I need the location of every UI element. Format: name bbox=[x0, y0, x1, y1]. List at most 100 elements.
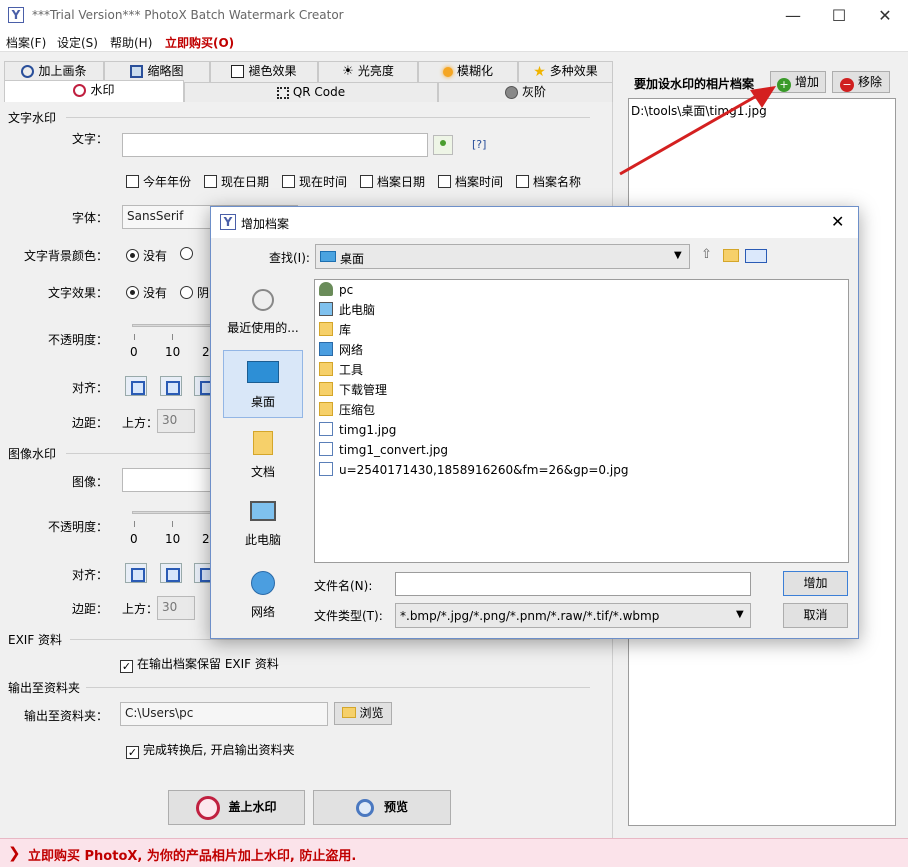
image-path-input[interactable] bbox=[122, 468, 212, 492]
image-opacity-tick-0: 0 bbox=[130, 532, 138, 546]
file-item-library[interactable]: 库 bbox=[319, 320, 351, 340]
top-margin-input[interactable]: 30 bbox=[157, 409, 195, 433]
place-network[interactable]: 网络 bbox=[223, 571, 303, 631]
tab-watermark[interactable]: 水印 bbox=[4, 80, 184, 103]
text-label: 文字： bbox=[71, 132, 108, 146]
new-folder-icon[interactable] bbox=[723, 249, 739, 262]
image-align-top-center-button[interactable] bbox=[160, 563, 182, 583]
tab-thumbnail[interactable]: 缩略图 bbox=[104, 61, 210, 82]
align-top-left-button[interactable] bbox=[125, 376, 147, 396]
file-item-timg1-convert[interactable]: timg1_convert.jpg bbox=[319, 440, 448, 460]
effect-shadow-radio[interactable]: 阴 bbox=[180, 284, 209, 301]
tab-qr-code[interactable]: QR Code bbox=[184, 82, 438, 103]
file-item-u-jpg[interactable]: u=2540171430,1858916260&fm=26&gp=0.jpg bbox=[319, 460, 628, 480]
menu-buy[interactable]: 立即购买(O) bbox=[165, 34, 234, 51]
checkbox-file-time[interactable]: 档案时间 bbox=[438, 173, 503, 190]
checkbox-current-time[interactable]: 现在时间 bbox=[282, 173, 347, 190]
remove-files-button[interactable]: − 移除 bbox=[832, 71, 890, 93]
desktop-icon bbox=[247, 361, 279, 383]
insert-variable-button[interactable] bbox=[433, 135, 453, 155]
preview-button[interactable]: 预览 bbox=[313, 790, 451, 825]
folder-icon bbox=[319, 382, 333, 396]
checkbox-current-date[interactable]: 现在日期 bbox=[204, 173, 269, 190]
file-item-this-pc[interactable]: 此电脑 bbox=[319, 300, 375, 320]
image-align-top-left-button[interactable] bbox=[125, 563, 147, 583]
file-item-archives[interactable]: 压缩包 bbox=[319, 400, 375, 420]
checkbox-year[interactable]: 今年年份 bbox=[126, 173, 191, 190]
filename-input[interactable] bbox=[395, 572, 751, 596]
apply-watermark-button[interactable]: 盖上水印 bbox=[168, 790, 305, 825]
dialog-file-list[interactable]: pc 此电脑 库 网络 工具 下载管理 压缩包 timg1.jpg timg1_… bbox=[314, 279, 849, 563]
output-folder-input[interactable]: C:\Users\pc bbox=[120, 702, 328, 726]
status-message[interactable]: 立即购买 PhotoX, 为你的产品相片加上水印, 防止盗用. bbox=[28, 845, 356, 864]
opacity-tick-10: 10 bbox=[165, 345, 181, 359]
file-item-tools[interactable]: 工具 bbox=[319, 360, 363, 380]
menu-file[interactable]: 档案(F) bbox=[6, 34, 46, 51]
help-link[interactable]: [?] bbox=[472, 138, 486, 151]
tab-frame-label: 加上画条 bbox=[38, 64, 87, 78]
tab-blur[interactable]: 模糊化 bbox=[418, 61, 518, 82]
effect-none-radio[interactable]: 没有 bbox=[126, 284, 167, 301]
dialog-cancel-button[interactable]: 取消 bbox=[783, 603, 848, 628]
preview-label: 预览 bbox=[383, 800, 408, 814]
computer-icon bbox=[319, 302, 333, 316]
image-opacity-tick-10: 10 bbox=[165, 532, 181, 546]
image-watermark-heading: 图像水印 bbox=[8, 447, 57, 461]
tab-qr-code-label: QR Code bbox=[292, 85, 346, 99]
place-desktop[interactable]: 桌面 bbox=[223, 350, 303, 418]
folder-icon bbox=[319, 362, 333, 376]
lookin-select[interactable]: 桌面 ▼ bbox=[315, 244, 690, 269]
dialog-add-button[interactable]: 增加 bbox=[783, 571, 848, 596]
image-opacity-slider[interactable] bbox=[132, 511, 212, 514]
bg-color-radio[interactable] bbox=[180, 247, 197, 261]
tab-grayscale-label: 灰阶 bbox=[521, 85, 546, 99]
file-item-timg1[interactable]: timg1.jpg bbox=[319, 420, 396, 440]
tab-multi-effects[interactable]: ★ 多种效果 bbox=[518, 61, 613, 82]
checkbox-file-date-label: 档案日期 bbox=[377, 175, 426, 189]
checkbox-current-date-box bbox=[204, 175, 217, 188]
keep-exif-checkbox[interactable]: ✓ 在输出档案保留 EXIF 资料 bbox=[120, 655, 279, 673]
watermark-text-input[interactable] bbox=[122, 133, 428, 157]
open-after-checkbox[interactable]: ✓ 完成转换后, 开启输出资料夹 bbox=[126, 741, 295, 759]
minimize-button[interactable]: — bbox=[770, 0, 816, 31]
file-item-network[interactable]: 网络 bbox=[319, 340, 363, 360]
checkbox-file-date-box bbox=[360, 175, 373, 188]
up-folder-icon[interactable]: ⇧ bbox=[701, 247, 719, 265]
opacity-slider[interactable] bbox=[132, 324, 212, 327]
checkbox-file-name[interactable]: 档案名称 bbox=[516, 173, 581, 190]
blur-icon bbox=[442, 66, 453, 77]
filetype-select[interactable]: *.bmp/*.jpg/*.png/*.pnm/*.raw/*.tif/*.wb… bbox=[395, 603, 751, 628]
file-item-pc[interactable]: pc bbox=[319, 280, 353, 300]
place-this-pc-label: 此电脑 bbox=[244, 533, 281, 547]
file-item-label: 库 bbox=[339, 323, 352, 337]
image-top-margin-input[interactable]: 30 bbox=[157, 596, 195, 620]
place-recent[interactable]: 最近使用的... bbox=[223, 285, 303, 345]
file-item-downloads[interactable]: 下载管理 bbox=[319, 380, 387, 400]
tab-brightness[interactable]: ☀ 光亮度 bbox=[318, 61, 418, 82]
font-label: 字体： bbox=[71, 211, 108, 225]
checkbox-file-date[interactable]: 档案日期 bbox=[360, 173, 425, 190]
brightness-icon: ☀ bbox=[342, 63, 354, 79]
tabs-row-main: 水印 QR Code 灰阶 bbox=[0, 80, 613, 103]
place-documents[interactable]: 文档 bbox=[223, 431, 303, 491]
network-icon bbox=[319, 342, 333, 356]
bg-none-label: 没有 bbox=[143, 249, 168, 263]
maximize-button[interactable]: ☐ bbox=[816, 0, 862, 31]
image-align-label: 对齐： bbox=[71, 568, 108, 582]
file-item-label: timg1_convert.jpg bbox=[339, 443, 449, 457]
image-file-icon bbox=[319, 422, 333, 436]
dialog-close-button[interactable]: ✕ bbox=[831, 212, 844, 231]
bg-none-radio[interactable]: 没有 bbox=[126, 247, 167, 264]
effect-none-radio-dot bbox=[126, 286, 139, 299]
browse-button[interactable]: 浏览 bbox=[334, 702, 392, 725]
tab-grayscale[interactable]: 灰阶 bbox=[438, 82, 613, 103]
view-menu-icon[interactable] bbox=[745, 249, 767, 263]
tab-frame[interactable]: 加上画条 bbox=[4, 61, 104, 82]
align-top-center-button[interactable] bbox=[160, 376, 182, 396]
tab-fade[interactable]: 褪色效果 bbox=[210, 61, 318, 82]
place-this-pc[interactable]: 此电脑 bbox=[223, 501, 303, 561]
dialog-app-icon: Y bbox=[220, 214, 236, 230]
menu-help[interactable]: 帮助(H) bbox=[110, 34, 152, 51]
close-button[interactable]: ✕ bbox=[862, 0, 908, 31]
menu-settings[interactable]: 设定(S) bbox=[57, 34, 98, 51]
